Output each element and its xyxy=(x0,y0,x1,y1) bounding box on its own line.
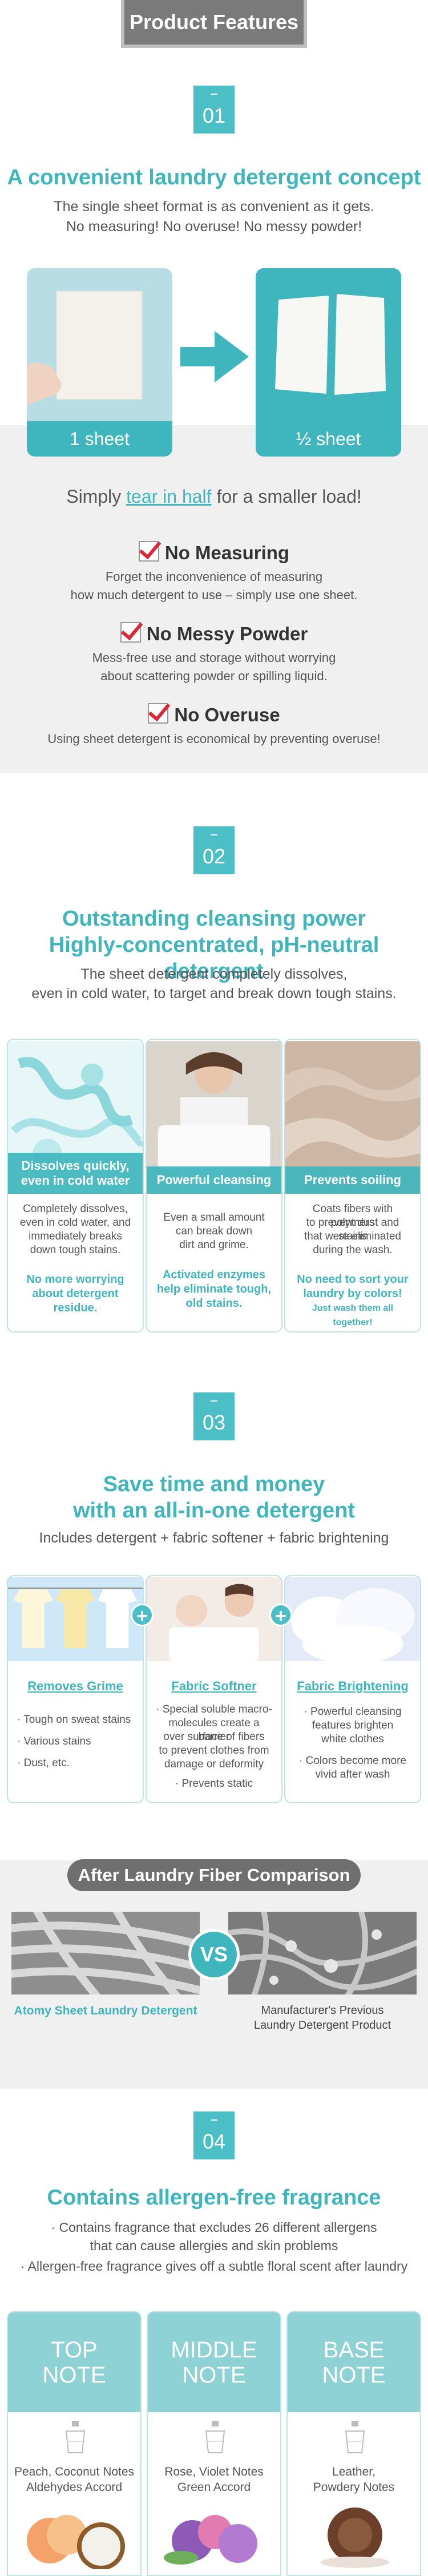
sheet-card-1: 1 sheet xyxy=(27,268,172,457)
header: Product Features xyxy=(0,0,428,57)
checkmark-icon xyxy=(120,622,141,643)
section2-sub1: The sheet detergent completely dissolves… xyxy=(80,966,348,982)
rose-violet-image xyxy=(164,2515,257,2565)
arrow-right-icon xyxy=(180,331,249,382)
fiber-photo-atomy xyxy=(11,1912,200,1994)
section4-line2: that can cause allergies and skin proble… xyxy=(90,2238,338,2253)
section2-title1: Outstanding cleansing power xyxy=(62,907,366,931)
section-number-01: 01 xyxy=(193,86,235,134)
plus-icon: + xyxy=(269,1604,292,1627)
section1-sub1: The single sheet format is as convenient… xyxy=(54,199,374,215)
section-number-03: 03 xyxy=(193,1392,235,1440)
peach-coconut-image xyxy=(27,2515,125,2569)
cleansing-card-1: Dissolves quickly, even in cold water Co… xyxy=(7,1039,144,1333)
checkmark-icon xyxy=(148,703,169,724)
section2-sub2: even in cold water, to target and break … xyxy=(31,986,397,1002)
section3-sub: Includes detergent + fabric softener + f… xyxy=(39,1530,389,1546)
allinone-photo-3 xyxy=(285,1577,420,1662)
sheet-photo-1 xyxy=(27,268,172,421)
note-header: MIDDLE NOTE xyxy=(148,2312,280,2412)
note-card-middle: MIDDLE NOTE Rose, Violet Notes Green Acco… xyxy=(147,2311,281,2576)
plus-icon: + xyxy=(131,1604,154,1627)
perfume-bottle-icon xyxy=(345,2421,365,2453)
section1-title: A convenient laundry detergent concept xyxy=(7,165,421,189)
checkmark-icon xyxy=(138,541,159,562)
note-card-base: BASE NOTE Leather, Powdery Notes xyxy=(286,2311,421,2576)
note-header: TOP NOTE xyxy=(8,2312,140,2412)
sheet-photo-2 xyxy=(256,268,401,421)
section3-title2: with an all-in-one detergent xyxy=(72,1499,356,1523)
allinone-card-2: Fabric Softner · Special soluble macro- … xyxy=(146,1575,282,1803)
sheet-label-1: 1 sheet xyxy=(27,421,172,457)
header-title: Product Features xyxy=(121,0,307,48)
card-caption: Dissolves quickly, even in cold water xyxy=(8,1153,143,1194)
card-caption: Powerful cleansing xyxy=(147,1166,281,1194)
feature-no-messy-powder: No Messy Powder xyxy=(0,622,428,645)
allinone-card-1: Removes Grime · Tough on sweat stains · … xyxy=(7,1575,144,1803)
product-features-page: Product Features 01 A convenient laundry… xyxy=(0,0,428,2576)
section4-line1: · Contains fragrance that excludes 26 di… xyxy=(51,2220,377,2235)
sheet-label-2: ½ sheet xyxy=(256,421,401,457)
feature-desc: about scattering powder or spilling liqu… xyxy=(100,669,328,683)
note-card-top: TOP NOTE Peach, Coconut Notes Aldehydes A… xyxy=(7,2311,142,2576)
perfume-bottle-icon xyxy=(205,2421,225,2453)
fiber-photo-previous xyxy=(228,1912,417,1994)
section1-sub2: No measuring! No overuse! No messy powde… xyxy=(66,219,362,235)
card-caption: Prevents soiling xyxy=(285,1166,420,1194)
comparison-label-right1: Manufacturer's Previous xyxy=(261,2004,384,2017)
perfume-bottle-icon xyxy=(65,2421,86,2453)
feature-no-overuse: No Overuse xyxy=(0,703,428,726)
section4-title: Contains allergen-free fragrance xyxy=(47,2186,381,2210)
note-header: BASE NOTE xyxy=(288,2312,420,2412)
section-number-02: 02 xyxy=(193,826,235,874)
feature-desc: how much detergent to use – simply use o… xyxy=(70,588,358,602)
section-number-04: 04 xyxy=(193,2111,235,2159)
allinone-card-3: Fabric Brightening · Powerful cleansing … xyxy=(284,1575,421,1803)
feature-desc: Mess-free use and storage without worryi… xyxy=(92,651,336,665)
sheet-card-2: ½ sheet xyxy=(256,268,401,457)
cleansing-card-2: Powerful cleansing Even a small amount c… xyxy=(146,1039,282,1333)
comparison-title: After Laundry Fiber Comparison xyxy=(67,1859,361,1891)
allinone-photo-1 xyxy=(8,1577,143,1661)
allinone-photo-2 xyxy=(147,1577,281,1661)
cleansing-card-3: Prevents soiling Coats fibers with polym… xyxy=(284,1039,421,1333)
feature-no-measuring: No Measuring xyxy=(0,541,428,564)
vs-badge: VS xyxy=(188,1929,240,1980)
section3-title1: Save time and money xyxy=(103,1472,325,1496)
tear-highlight: tear in half xyxy=(126,486,212,507)
feature-desc: Using sheet detergent is economical by p… xyxy=(47,732,381,746)
leather-powder-image xyxy=(321,2508,389,2568)
feature-desc: Forget the inconvenience of measuring xyxy=(105,570,323,584)
section4-line3: · Allergen-free fragrance gives off a su… xyxy=(20,2259,408,2274)
comparison-label-left: Atomy Sheet Laundry Detergent xyxy=(14,2004,197,2017)
comparison-label-right2: Laundry Detergent Product xyxy=(253,2019,391,2032)
tear-line: Simply tear in half for a smaller load! xyxy=(66,486,362,507)
